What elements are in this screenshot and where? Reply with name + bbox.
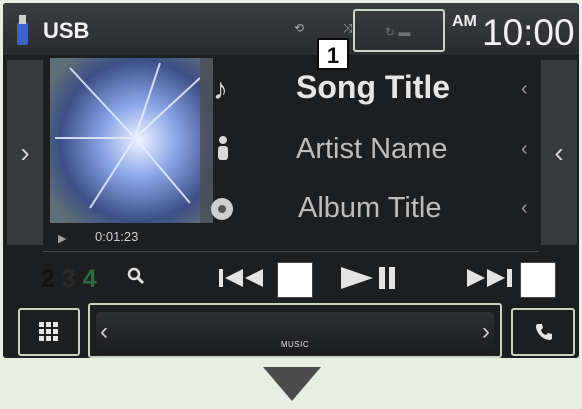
source-control-bar[interactable]: ‹ MUSIC ›	[96, 312, 494, 354]
usb-icon	[17, 15, 28, 45]
shuffle-status-icon: ⤨	[343, 21, 353, 35]
left-panel-tab[interactable]: ›	[7, 60, 43, 245]
phone-button[interactable]	[511, 308, 575, 356]
skip-previous-icon[interactable]	[217, 267, 269, 289]
callout-numbers: 2 3 4	[41, 265, 97, 294]
callout-1: 1	[317, 38, 349, 70]
artist-chevron-icon[interactable]: ‹	[521, 138, 528, 161]
skip-next-icon[interactable]	[465, 267, 521, 289]
song-title-chevron-icon[interactable]: ‹	[521, 78, 528, 101]
play-pause-icon[interactable]	[339, 265, 403, 291]
phone-icon	[536, 324, 552, 340]
right-panel-tab[interactable]: ‹	[541, 60, 577, 245]
clock[interactable]: 10:00	[482, 12, 575, 54]
callout-4: 4	[82, 265, 97, 293]
elapsed-time: 0:01:23	[95, 229, 139, 244]
connection-icon: ↻ ▬	[385, 25, 411, 39]
source-label: USB	[43, 18, 90, 43]
album-title: Album Title	[298, 192, 442, 224]
artist-icon	[218, 136, 228, 160]
play-state-icon: ▶	[58, 233, 67, 245]
disc-icon	[211, 198, 233, 220]
search-icon[interactable]	[127, 267, 145, 285]
menu-button[interactable]	[18, 308, 80, 356]
head-unit-screen: USB ⟲ ⤨ ↻ ▬ AM 10:00 1 › ‹ ♪ Song Title …	[3, 3, 579, 358]
music-note-icon: ♪	[213, 73, 228, 106]
grid-menu-icon	[39, 322, 58, 341]
callout-box-prev	[277, 262, 313, 298]
source-next-icon[interactable]: ›	[482, 318, 490, 346]
source-bar-label: MUSIC	[280, 340, 310, 349]
callout-3: 3	[61, 265, 76, 293]
divider	[43, 251, 539, 252]
chevron-right-icon: ›	[20, 137, 30, 168]
status-bar: USB ⟲ ⤨ ↻ ▬ AM 10:00	[3, 3, 579, 55]
clock-ampm: AM	[452, 13, 477, 30]
chevron-left-icon: ‹	[554, 137, 564, 168]
artist-name: Artist Name	[296, 133, 448, 165]
repeat-status-icon: ⟲	[294, 21, 305, 35]
album-art-image	[50, 58, 213, 223]
song-title: Song Title	[296, 69, 451, 105]
album-chevron-icon[interactable]: ‹	[521, 197, 528, 220]
callout-2: 2	[41, 265, 55, 293]
down-arrow-icon	[263, 367, 321, 401]
album-artwork[interactable]	[50, 58, 213, 223]
callout-box-next	[520, 262, 556, 298]
